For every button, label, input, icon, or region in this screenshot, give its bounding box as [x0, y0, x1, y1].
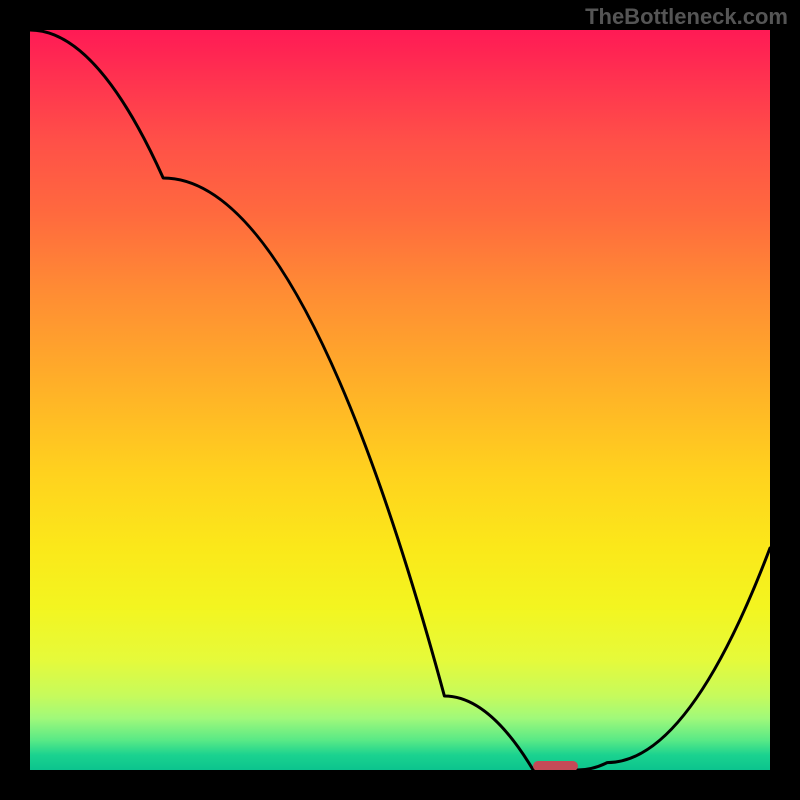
watermark-text: TheBottleneck.com: [585, 4, 788, 30]
chart-plot-region: [30, 30, 770, 770]
chart-line-layer: [30, 30, 770, 770]
chart-curve: [30, 30, 770, 770]
chart-marker-pill: [533, 761, 577, 770]
